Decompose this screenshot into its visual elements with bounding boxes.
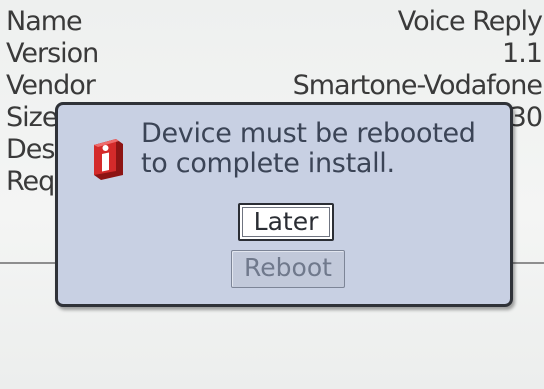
detail-value: 1.1 — [502, 38, 543, 69]
app-details-screen: Name Voice Reply Version 1.1 Vendor Smar… — [0, 0, 544, 389]
detail-value: 30 — [509, 102, 543, 133]
info-icon — [94, 139, 123, 180]
dialog-message-line1: Device must be rebooted — [141, 118, 476, 149]
detail-label: Version — [6, 38, 99, 69]
detail-value: Smartone-Vodafone — [292, 70, 543, 101]
detail-row-version: Version 1.1 — [0, 38, 544, 70]
detail-label: Name — [6, 6, 83, 37]
detail-row-name: Name Voice Reply — [0, 6, 544, 38]
later-button[interactable]: Later — [238, 203, 334, 241]
dialog-message-line2: to complete install. — [141, 148, 395, 179]
reboot-dialog: Device must be rebooted to complete inst… — [55, 102, 513, 307]
detail-label: Size — [6, 102, 58, 133]
detail-label: Vendor — [6, 70, 96, 101]
detail-row-vendor: Vendor Smartone-Vodafone — [0, 70, 544, 102]
detail-value: Voice Reply — [397, 6, 543, 37]
dialog-message: Device must be rebooted to complete inst… — [141, 119, 511, 179]
reboot-button[interactable]: Reboot — [231, 250, 345, 288]
